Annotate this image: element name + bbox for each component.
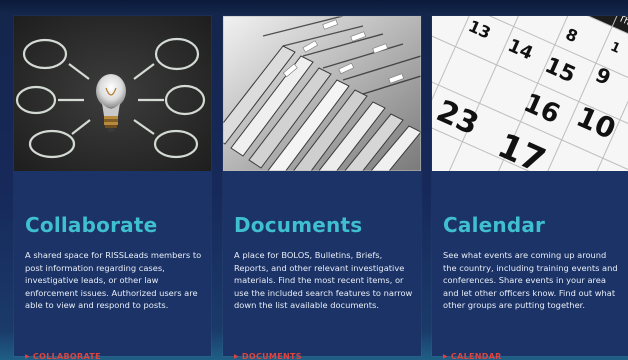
calendar-link-label: CALENDAR (450, 352, 502, 360)
calendar-illustration: Thursday 6 7 8 1 2 13 14 15 9 16 10 23 (432, 16, 628, 171)
card-title: Documents (234, 213, 363, 237)
card-title: Collaborate (25, 213, 158, 237)
card-body: Collaborate A shared space for RISSLeads… (14, 171, 211, 360)
calendar-image: Thursday 6 7 8 1 2 13 14 15 9 16 10 23 (432, 16, 628, 171)
documents-link[interactable]: ▶ DOCUMENTS (234, 352, 302, 360)
card-description: See what events are coming up around the… (443, 250, 618, 310)
caret-right-icon: ▶ (443, 353, 448, 360)
lightbulb-chalkboard-image (14, 16, 211, 171)
card-title: Calendar (443, 213, 546, 237)
card-description: A place for BOLOS, Bulletins, Briefs, Re… (234, 250, 413, 310)
card-calendar: Thursday 6 7 8 1 2 13 14 15 9 16 10 23 (432, 16, 628, 360)
lightbulb-illustration (14, 16, 211, 171)
documents-link-label: DOCUMENTS (241, 352, 302, 360)
calendar-link[interactable]: ▶ CALENDAR (443, 352, 502, 360)
caret-right-icon: ▶ (234, 353, 239, 360)
card-body: Documents A place for BOLOS, Bulletins, … (223, 171, 421, 360)
caret-right-icon: ▶ (25, 353, 30, 360)
card-description: A shared space for RISSLeads members to … (25, 250, 202, 310)
collaborate-link-label: COLLABORATE (32, 352, 101, 360)
file-folders-image (223, 16, 421, 171)
page: Collaborate A shared space for RISSLeads… (0, 0, 628, 360)
card-collaborate: Collaborate A shared space for RISSLeads… (14, 16, 211, 360)
file-folders-illustration (223, 16, 421, 171)
card-body: Calendar See what events are coming up a… (432, 171, 628, 360)
card-documents: Documents A place for BOLOS, Bulletins, … (223, 16, 421, 360)
collaborate-link[interactable]: ▶ COLLABORATE (25, 352, 101, 360)
